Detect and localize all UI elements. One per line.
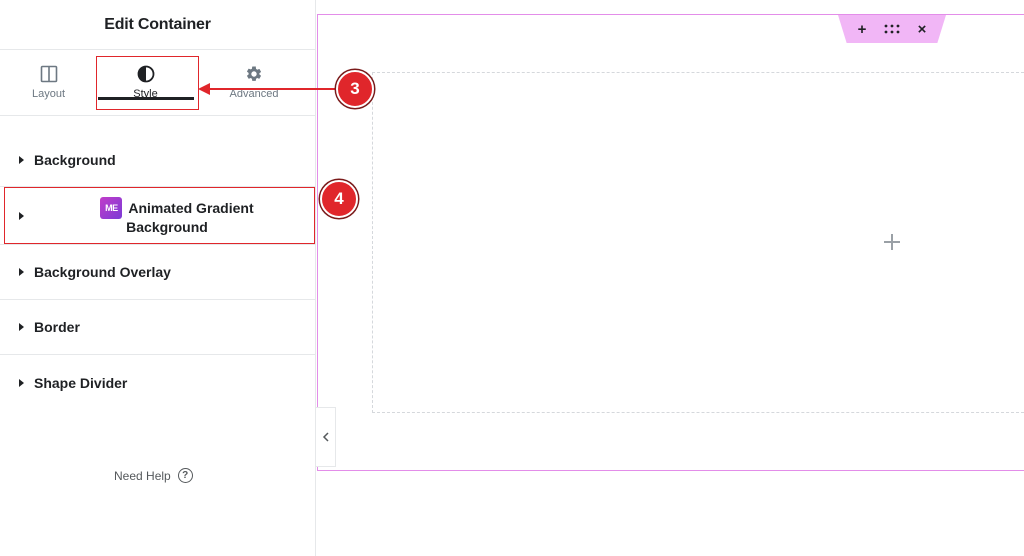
need-help-link[interactable]: Need Help ? [114, 468, 193, 483]
close-container-button[interactable]: × [914, 21, 930, 37]
add-element-button[interactable]: + [854, 21, 870, 37]
editor-root: Edit Container Layout Style Advanced Bac… [0, 0, 1024, 556]
style-sections: Background ME Animated Gradient Backgrou… [0, 133, 316, 410]
collapse-panel-button[interactable] [316, 407, 336, 467]
caret-right-icon [19, 268, 24, 276]
caret-right-icon [19, 323, 24, 331]
panel-header: Edit Container [0, 0, 315, 50]
annotation-step-3-badge: 3 [336, 70, 374, 108]
container-toolbar: + × [838, 15, 946, 43]
empty-container-dropzone[interactable] [372, 72, 1024, 413]
section-label: Border [34, 319, 80, 335]
drag-handle-icon[interactable] [884, 21, 900, 37]
annotation-step-4-badge: 4 [320, 180, 358, 218]
section-label: Background Overlay [34, 264, 171, 280]
annotation-arrow [198, 83, 338, 95]
highlight-style-tab [96, 56, 199, 110]
section-background[interactable]: Background [0, 133, 316, 187]
tab-layout-label: Layout [31, 88, 66, 100]
section-label: Background [34, 151, 116, 168]
layout-columns-icon [40, 64, 58, 84]
section-background-overlay[interactable]: Background Overlay [0, 245, 316, 300]
section-label: Shape Divider [34, 374, 128, 391]
need-help-label: Need Help [114, 468, 171, 483]
question-circle-icon: ? [177, 468, 193, 483]
tab-layout[interactable]: Layout [0, 50, 97, 115]
section-shape-divider[interactable]: Shape Divider [0, 355, 316, 410]
caret-right-icon [19, 378, 24, 387]
section-border[interactable]: Border [0, 300, 316, 355]
chevron-left-icon [322, 432, 329, 442]
gear-icon [245, 64, 263, 84]
highlight-agb-section [4, 187, 315, 244]
caret-right-icon [19, 155, 24, 164]
panel-title: Edit Container [104, 15, 211, 33]
plus-icon[interactable] [880, 230, 904, 254]
